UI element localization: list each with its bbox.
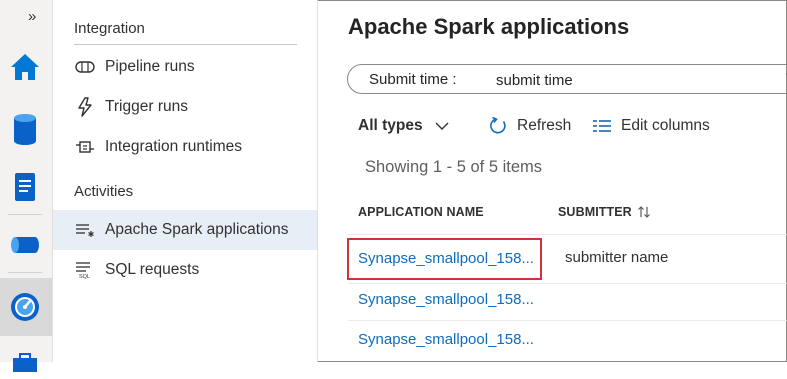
monitor-icon[interactable] [8, 290, 42, 324]
nav-item-integration-runtimes[interactable]: Integration runtimes [53, 127, 317, 167]
home-icon[interactable] [8, 50, 42, 84]
spark-list-icon [73, 220, 97, 240]
refresh-label: Refresh [517, 117, 572, 134]
nav-item-pipeline-runs[interactable]: Pipeline runs [53, 47, 317, 87]
sql-icon: SQL [73, 260, 97, 280]
section-heading-activities: Activities [74, 183, 134, 200]
row-divider [348, 320, 787, 321]
filter-label: Submit time : [369, 71, 457, 88]
nav-item-label: Pipeline runs [105, 58, 195, 75]
nav-item-apache-spark-applications[interactable]: Apache Spark applications [53, 210, 317, 250]
chevron-down-icon [435, 122, 458, 130]
refresh-icon [490, 116, 506, 134]
nav-item-label: Integration runtimes [105, 138, 242, 155]
column-header-label: SUBMITTER [558, 205, 632, 219]
edit-columns-label: Edit columns [621, 117, 710, 134]
rail-divider [8, 272, 42, 273]
submitter-cell: submitter name [565, 249, 669, 266]
page-title: Apache Spark applications [348, 14, 630, 39]
all-types-dropdown[interactable]: All types [358, 117, 458, 135]
develop-icon[interactable] [8, 170, 42, 204]
main-content: Apache Spark applications Submit time : … [318, 0, 787, 362]
section-divider [74, 44, 297, 45]
row-divider [348, 283, 787, 284]
section-heading-integration: Integration [74, 20, 145, 37]
toolbar: All types Refresh Edit columns [358, 112, 710, 140]
edit-columns-icon [593, 120, 611, 132]
rail-divider [8, 214, 42, 215]
pipeline-icon [73, 57, 97, 77]
nav-item-trigger-runs[interactable]: Trigger runs [53, 87, 317, 127]
filter-value: submit time [496, 72, 573, 89]
nav-item-sql-requests[interactable]: SQL SQL requests [53, 250, 317, 290]
nav-item-label: Apache Spark applications [105, 221, 289, 238]
column-header-application-name[interactable]: APPLICATION NAME [358, 205, 484, 219]
icon-rail: » [0, 0, 53, 372]
sort-icon[interactable] [637, 205, 651, 219]
application-name-link[interactable]: Synapse_smallpool_158... [358, 291, 534, 308]
edit-columns-button[interactable]: Edit columns [592, 117, 710, 135]
trigger-icon [73, 97, 97, 117]
data-icon[interactable] [8, 112, 42, 146]
application-name-link[interactable]: Synapse_smallpool_158... [358, 331, 534, 348]
submit-time-filter-pill[interactable]: Submit time : submit time ↑ [347, 64, 787, 94]
monitor-nav-panel: Integration Pipeline runs Trigger runs I… [53, 0, 318, 362]
items-count-text: Showing 1 - 5 of 5 items [365, 158, 543, 176]
header-divider [348, 234, 787, 235]
all-types-label: All types [358, 117, 423, 134]
nav-item-label: SQL requests [105, 261, 200, 278]
manage-icon[interactable] [8, 345, 42, 379]
refresh-button[interactable]: Refresh [488, 116, 571, 136]
nav-item-label: Trigger runs [105, 98, 188, 115]
expand-rail-icon[interactable]: » [28, 8, 36, 25]
svg-text:SQL: SQL [79, 274, 90, 279]
column-header-submitter[interactable]: SUBMITTER [558, 205, 651, 219]
highlight-box [347, 238, 542, 280]
runtime-icon [73, 137, 97, 157]
integrate-icon[interactable] [8, 228, 42, 262]
